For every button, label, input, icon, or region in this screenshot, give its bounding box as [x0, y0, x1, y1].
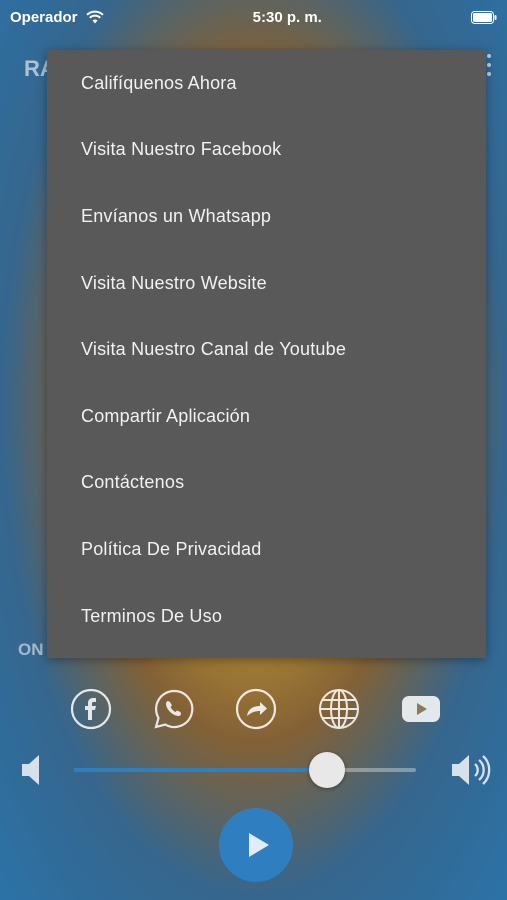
share-icon[interactable]: [235, 688, 277, 730]
volume-low-icon[interactable]: [20, 753, 48, 787]
menu-item-rate-us[interactable]: Califíquenos Ahora: [47, 50, 486, 117]
facebook-icon[interactable]: [70, 688, 112, 730]
menu-item-youtube[interactable]: Visita Nuestro Canal de Youtube: [47, 316, 486, 383]
menu-item-contact[interactable]: Contáctenos: [47, 450, 486, 517]
social-links-row: [70, 686, 442, 732]
volume-slider-thumb[interactable]: [309, 752, 346, 788]
menu-item-privacy-policy[interactable]: Política De Privacidad: [47, 516, 486, 583]
volume-slider-fill: [74, 768, 328, 772]
menu-item-share-app[interactable]: Compartir Aplicación: [47, 383, 486, 450]
globe-icon[interactable]: [318, 688, 360, 730]
now-playing-label: ON: [18, 640, 44, 659]
play-icon: [248, 833, 269, 857]
menu-item-whatsapp[interactable]: Envíanos un Whatsapp: [47, 183, 486, 250]
menu-item-terms-of-use[interactable]: Terminos De Uso: [47, 583, 486, 650]
menu-item-facebook[interactable]: Visita Nuestro Facebook: [47, 117, 486, 184]
play-button[interactable]: [219, 808, 293, 882]
volume-slider[interactable]: [74, 752, 416, 788]
youtube-icon[interactable]: [400, 688, 442, 730]
whatsapp-icon[interactable]: [153, 688, 195, 730]
more-options-icon[interactable]: [485, 54, 493, 76]
menu-item-website[interactable]: Visita Nuestro Website: [47, 250, 486, 317]
volume-control: [20, 750, 494, 792]
clock: 5:30 p. m.: [252, 8, 322, 26]
wifi-icon: [85, 10, 104, 24]
status-bar: Operador 5:30 p. m.: [0, 0, 507, 34]
carrier-label: Operador: [10, 8, 78, 26]
battery-icon: [471, 10, 497, 24]
volume-high-icon[interactable]: [450, 753, 494, 787]
options-menu: Califíquenos Ahora Visita Nuestro Facebo…: [47, 50, 486, 658]
